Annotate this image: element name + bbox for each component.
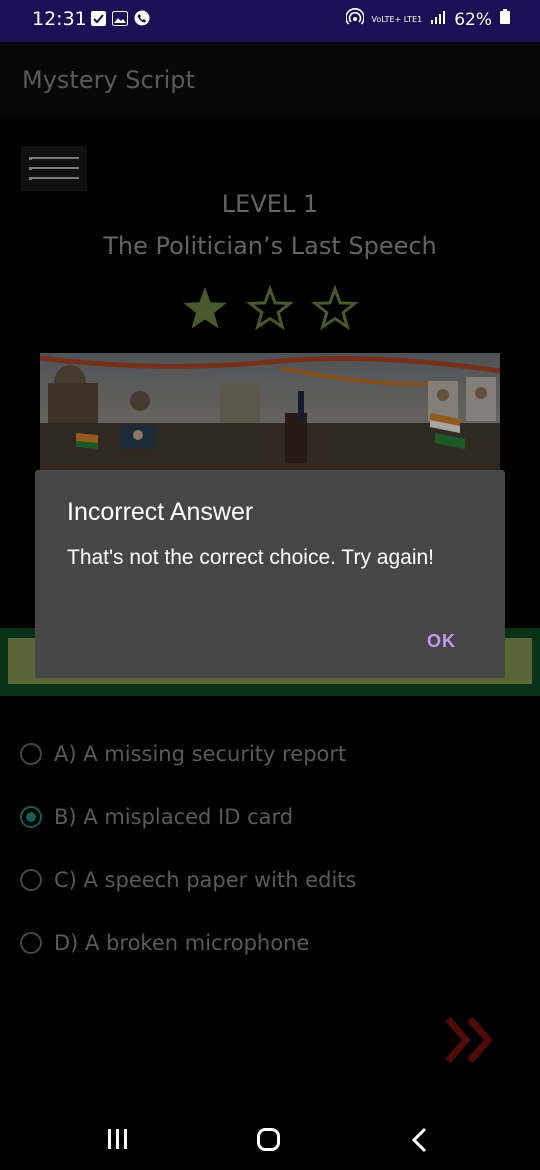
system-icons: VoLTE+ LTE1 62% — [344, 8, 510, 31]
phone-notification-icon — [134, 10, 150, 26]
status-bar: 12:31 VoLTE+ LTE1 62% — [0, 0, 540, 42]
status-time: 12:31 — [32, 8, 87, 30]
incorrect-answer-dialog: Incorrect Answer That's not the correct … — [35, 470, 505, 678]
lte-indicator: VoLTE+ LTE1 — [371, 15, 423, 24]
checkbox-notification-icon — [90, 10, 106, 26]
battery-percent: 62% — [454, 9, 492, 30]
back-icon[interactable] — [408, 1127, 432, 1153]
system-nav-bar — [0, 1100, 540, 1170]
ok-button[interactable]: OK — [421, 630, 462, 653]
home-icon[interactable] — [256, 1127, 282, 1153]
recent-apps-icon[interactable] — [106, 1128, 130, 1150]
hotspot-icon — [344, 8, 365, 31]
battery-icon — [500, 9, 510, 30]
dialog-title: Incorrect Answer — [67, 498, 254, 526]
signal-icon — [430, 9, 446, 30]
gallery-notification-icon — [112, 10, 128, 26]
notification-icons — [90, 10, 150, 26]
dialog-message: That's not the correct choice. Try again… — [67, 546, 435, 569]
